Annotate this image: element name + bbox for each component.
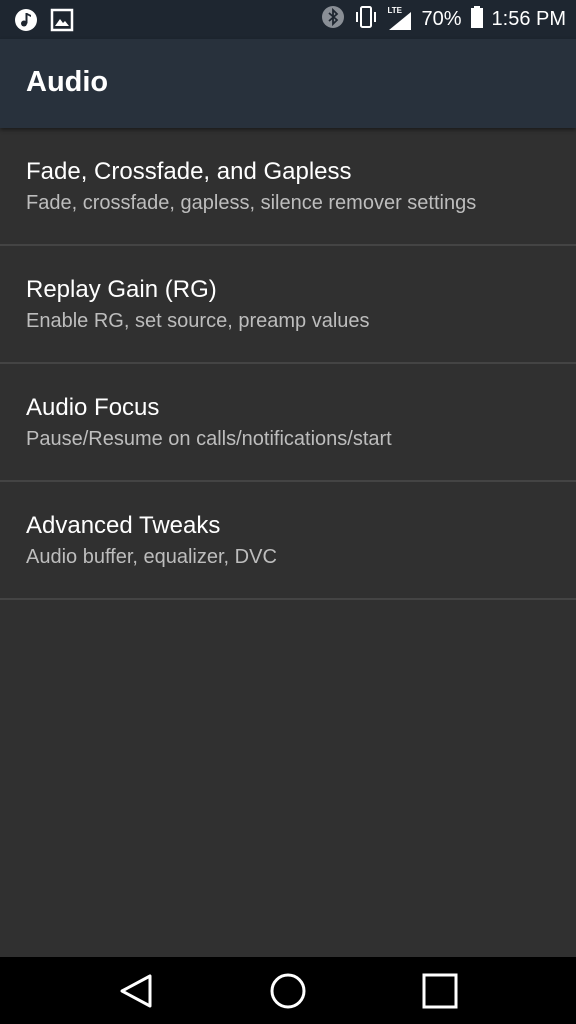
navigation-bar xyxy=(0,957,576,1024)
page-title: Audio xyxy=(26,66,109,98)
settings-item-summary: Audio buffer, equalizer, DVC xyxy=(26,546,277,568)
recents-icon xyxy=(422,973,458,1009)
battery-icon xyxy=(470,5,484,35)
status-bar: LTE 70% 1:56 PM xyxy=(0,0,576,39)
settings-item-replay-gain[interactable]: Replay Gain (RG) Enable RG, set source, … xyxy=(0,246,576,364)
vibrate-icon xyxy=(353,5,379,35)
settings-item-title: Audio Focus xyxy=(26,394,160,421)
settings-item-fade-crossfade-gapless[interactable]: Fade, Crossfade, and Gapless Fade, cross… xyxy=(0,128,576,246)
back-button[interactable] xyxy=(116,971,156,1011)
settings-item-title: Advanced Tweaks xyxy=(26,512,221,539)
settings-item-summary: Pause/Resume on calls/notifications/star… xyxy=(26,428,392,450)
home-button[interactable] xyxy=(268,971,308,1011)
back-icon xyxy=(120,974,152,1008)
settings-item-summary: Enable RG, set source, preamp values xyxy=(26,310,370,332)
lte-signal-icon: LTE xyxy=(387,6,413,32)
app-bar: Audio xyxy=(0,39,576,128)
home-icon xyxy=(270,973,306,1009)
settings-item-title: Replay Gain (RG) xyxy=(26,276,217,303)
settings-list: Fade, Crossfade, and Gapless Fade, cross… xyxy=(0,128,576,600)
settings-item-audio-focus[interactable]: Audio Focus Pause/Resume on calls/notifi… xyxy=(0,364,576,482)
settings-item-advanced-tweaks[interactable]: Advanced Tweaks Audio buffer, equalizer,… xyxy=(0,482,576,600)
settings-item-summary: Fade, crossfade, gapless, silence remove… xyxy=(26,192,477,214)
music-note-icon xyxy=(14,8,38,37)
recents-button[interactable] xyxy=(420,971,460,1011)
battery-percentage: 70% xyxy=(421,8,462,30)
settings-item-title: Fade, Crossfade, and Gapless xyxy=(26,158,352,185)
image-icon xyxy=(50,8,74,37)
bluetooth-icon xyxy=(321,5,345,35)
clock: 1:56 PM xyxy=(491,8,566,30)
